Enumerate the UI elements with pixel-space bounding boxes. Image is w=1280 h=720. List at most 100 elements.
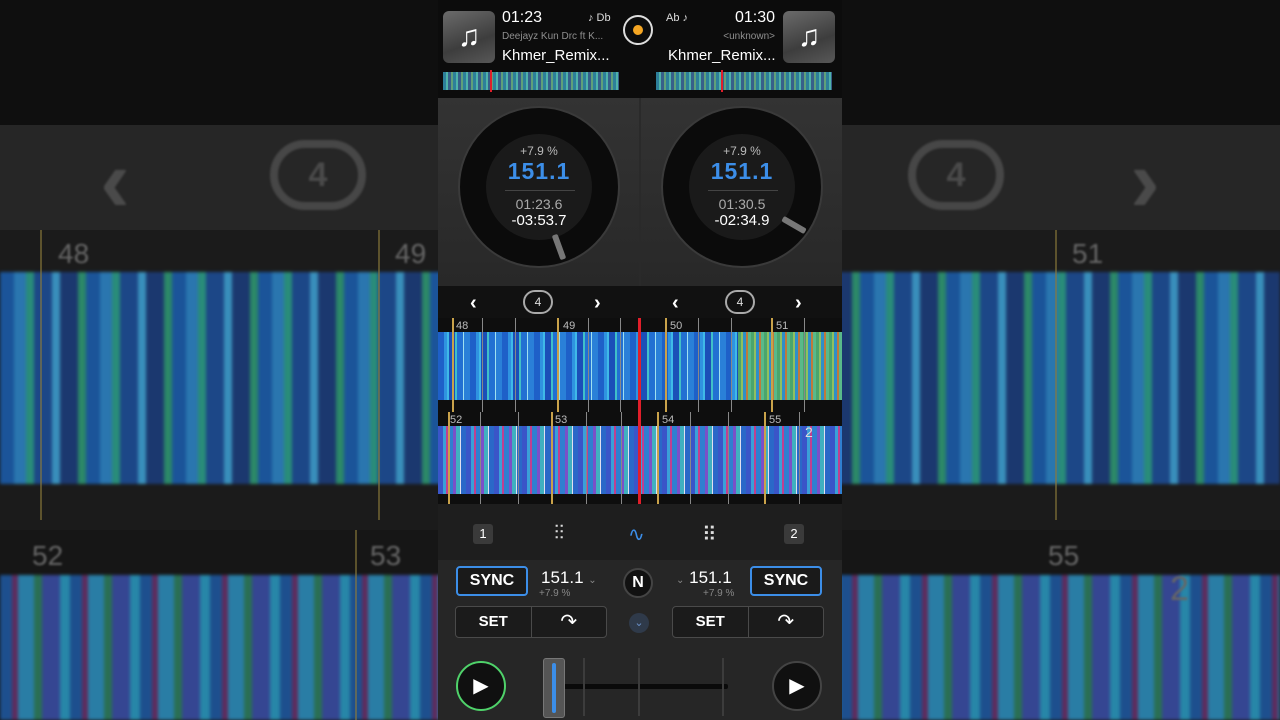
crossfader-handle[interactable] [543, 658, 565, 718]
sync-button-right[interactable]: SYNC [750, 566, 822, 596]
loop-icon-right[interactable]: 4 [725, 290, 755, 314]
deck-left-time: 01:23 [502, 9, 543, 26]
beat-marker [557, 318, 559, 412]
music-note-icon: ♫ [457, 20, 481, 53]
tab-deck-2[interactable]: 2 [784, 524, 804, 544]
loop-prev-right-chevron-icon[interactable]: ‹ [672, 292, 679, 315]
playhead [638, 412, 641, 504]
waveform-strip [738, 332, 842, 400]
loop-next-right-chevron-icon[interactable]: › [795, 292, 802, 315]
cue-jump-icon[interactable]: ↷ [747, 607, 824, 637]
beat-number: 49 [563, 320, 576, 332]
beat-tick [690, 412, 691, 504]
crossfader-tick [722, 658, 724, 716]
beat-marker [764, 412, 766, 504]
deck-right: +7.9 % 151.1 01:30.5 -02:34.9 [641, 98, 842, 286]
beat-tick [515, 318, 516, 412]
beat-number: 53 [555, 414, 568, 426]
app-logo[interactable]: N [623, 568, 653, 598]
beat-marker [657, 412, 659, 504]
tab-deck-1[interactable]: 1 [473, 524, 493, 544]
bg-beat-number: 48 [58, 238, 90, 269]
record-button[interactable] [623, 15, 653, 45]
mixer-sliders-icon[interactable]: ⫶⫶ [554, 522, 564, 545]
beat-tick [588, 318, 589, 412]
cue-group-right: SET ↷ [672, 606, 824, 638]
beat-tick [586, 412, 587, 504]
bg-loop-icon: 4 [908, 140, 1004, 210]
playhead [638, 318, 641, 412]
cue-group-left: SET ↷ [455, 606, 607, 638]
crossfader-tick [583, 658, 585, 716]
pads-grid-icon[interactable]: ⠿ [702, 522, 717, 547]
cue-jump-icon[interactable]: ↷ [530, 607, 607, 637]
beat-number: 55 [769, 414, 782, 426]
remaining-time: -03:53.7 [511, 212, 567, 229]
loop-icon-left[interactable]: 4 [523, 290, 553, 314]
beat-marker [665, 318, 667, 412]
set-cue-button-left[interactable]: SET [456, 607, 531, 637]
crossfader[interactable] [543, 658, 733, 720]
beat-tick [731, 318, 732, 412]
chevron-down-icon: ⌄ [676, 575, 685, 586]
beat-tick [518, 412, 519, 504]
elapsed-time: 01:23.6 [515, 196, 563, 212]
bg-chevron-right-icon: › [1130, 131, 1160, 231]
deck-right-key: Ab ♪ [666, 12, 689, 24]
bpm-left[interactable]: 151.1 ⌄ [541, 568, 597, 588]
jog-wheel-right[interactable]: +7.9 % 151.1 01:30.5 -02:34.9 [661, 106, 823, 268]
divider [708, 190, 778, 191]
crossfader-handle-line [552, 663, 556, 713]
beat-number: 54 [662, 414, 675, 426]
loop-prev-left-chevron-icon[interactable]: ‹ [470, 292, 477, 315]
mini-playhead [490, 70, 492, 92]
deck-number-label: 2 [805, 424, 813, 440]
play-button-right[interactable]: ▶ [772, 661, 822, 711]
waveform-deck-left[interactable]: 48 49 50 51 [438, 318, 842, 412]
mini-waveform-left[interactable] [443, 70, 619, 92]
play-button-left[interactable]: ▶ [456, 661, 506, 711]
crossfader-track [543, 684, 728, 689]
loop-next-left-chevron-icon[interactable]: › [594, 292, 601, 315]
record-dot-icon [633, 25, 643, 35]
bg-beat-line [40, 230, 42, 520]
platter-section: +7.9 % 151.1 01:23.6 -03:53.7 +7.9 % 151… [438, 98, 842, 286]
bg-beat-number: 49 [395, 238, 427, 269]
deck-left-artist: Deejayz Kun Drc ft K... [502, 31, 604, 42]
deck-right-time: 01:30 [735, 9, 776, 26]
pitch-right: +7.9 % [703, 588, 735, 599]
jog-wheel-left[interactable]: +7.9 % 151.1 01:23.6 -03:53.7 [458, 106, 620, 268]
bg-beat-number: 52 [32, 540, 64, 571]
beat-number: 50 [670, 320, 683, 332]
deck-right-artist: <unknown> [723, 31, 775, 42]
bpm-right[interactable]: ⌄ 151.1 [676, 568, 732, 588]
beat-marker [452, 318, 454, 412]
platter-marker [551, 233, 567, 261]
beat-tick [620, 318, 621, 412]
transport-controls: SYNC 151.1 ⌄ +7.9 % N ⌄ 151.1 +7.9 % SYN… [438, 560, 842, 720]
bg-beat-number: 55 [1048, 540, 1080, 571]
deck-left-key: ♪ Db [588, 12, 611, 24]
loop-controls: ‹ 4 › ‹ 4 › [438, 286, 842, 318]
bg-beat-number: 51 [1072, 238, 1104, 269]
mini-waveform-right[interactable] [656, 70, 832, 92]
track-header: ♫ 01:23 ♪ Db Deejayz Kun Drc ft K... Khm… [438, 0, 842, 98]
expand-chevron-icon[interactable]: ⌄ [629, 613, 649, 633]
bg-chevron-left-icon: ‹ [100, 131, 130, 231]
waveform-icon[interactable]: ∿ [628, 522, 645, 547]
beat-tick [728, 412, 729, 504]
beat-tick [621, 412, 622, 504]
beat-tick [482, 318, 483, 412]
deck-left: +7.9 % 151.1 01:23.6 -03:53.7 [438, 98, 639, 286]
beat-tick [480, 412, 481, 504]
divider [505, 190, 575, 191]
set-cue-button-right[interactable]: SET [673, 607, 748, 637]
album-art-right[interactable]: ♫ [783, 11, 835, 63]
waveform-deck-right[interactable]: 52 53 54 55 2 [438, 412, 842, 504]
deck-left-title: Khmer_Remix... [502, 47, 610, 64]
beat-tick [799, 412, 800, 504]
bg-beat-line [378, 230, 380, 520]
sync-button-left[interactable]: SYNC [456, 566, 528, 596]
bg-deck-marker: 2 [1170, 570, 1189, 608]
album-art-left[interactable]: ♫ [443, 11, 495, 63]
